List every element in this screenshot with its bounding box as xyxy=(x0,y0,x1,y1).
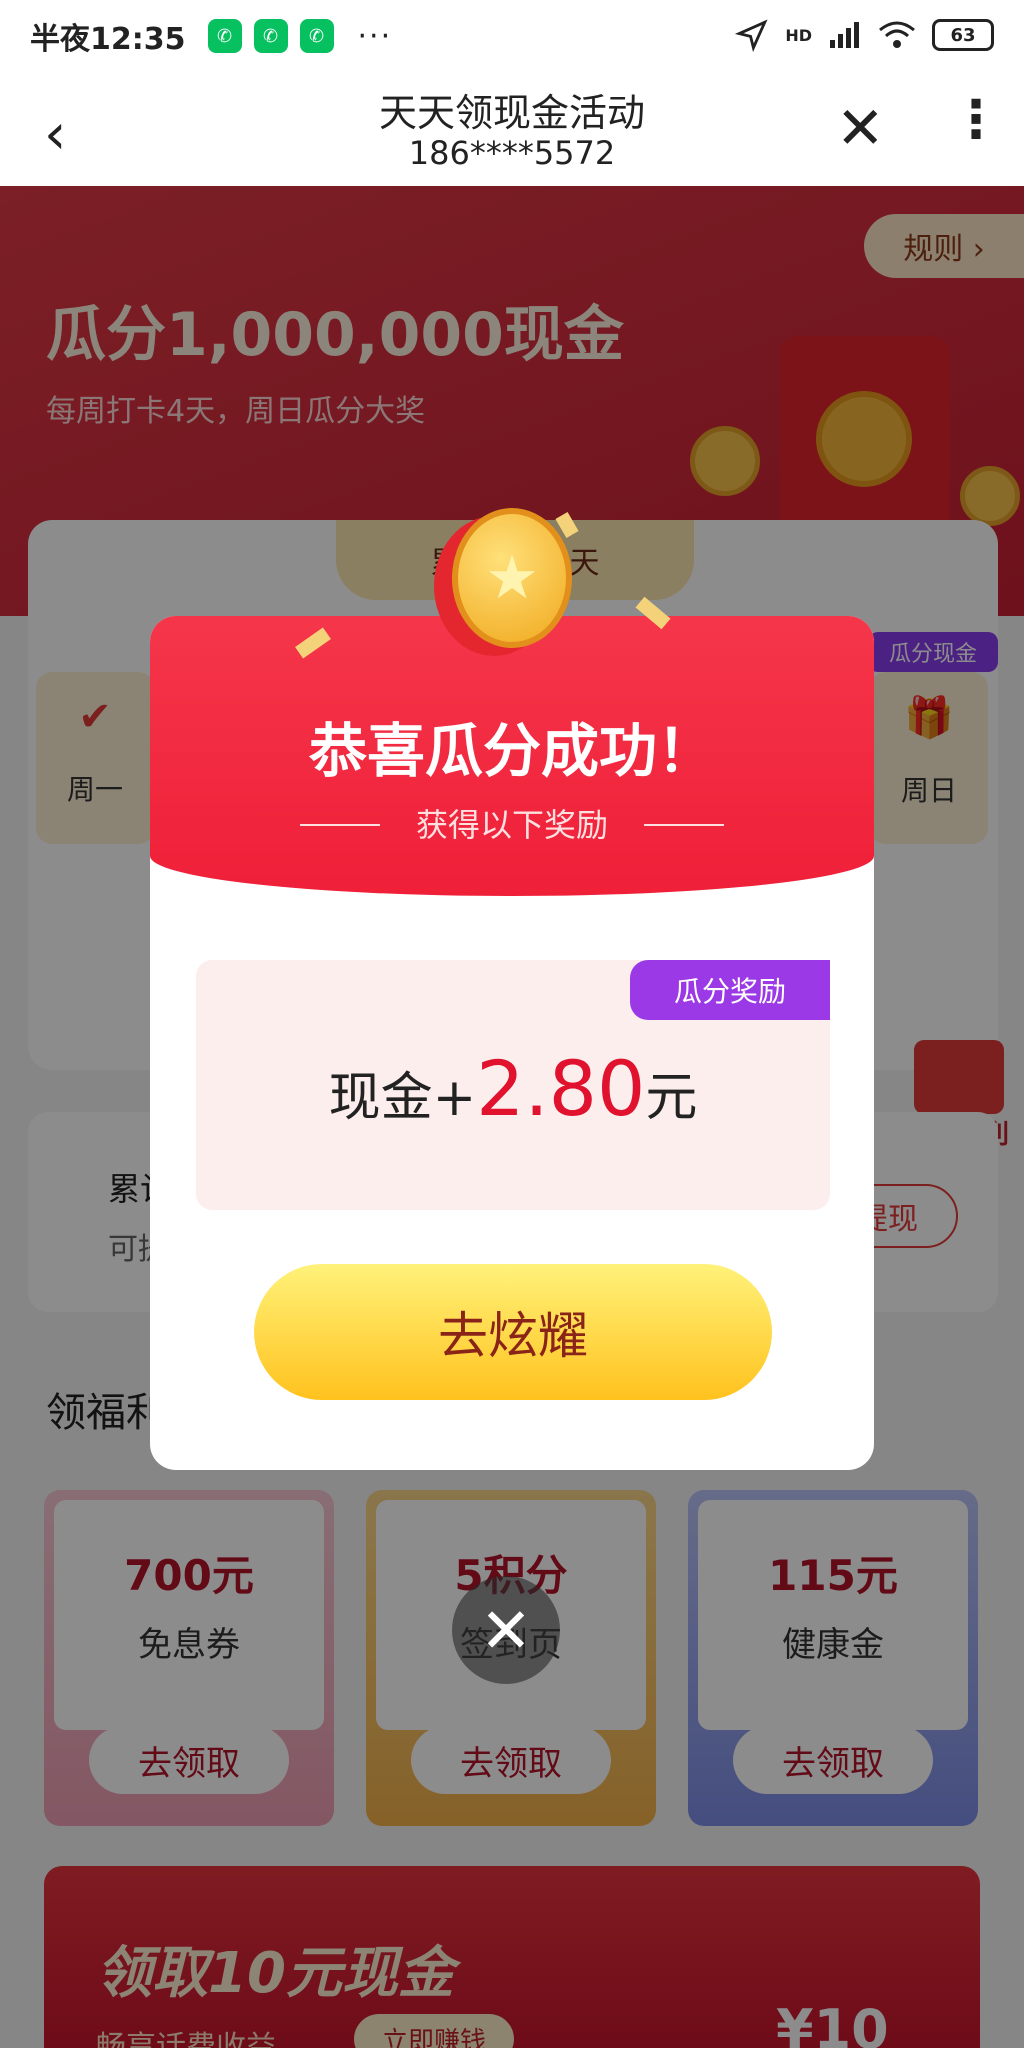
reward-modal: 恭喜瓜分成功！ 获得以下奖励 瓜分奖励 现金+2.80元 去炫耀 xyxy=(150,616,874,1470)
wifi-icon xyxy=(879,21,915,48)
reward-box: 瓜分奖励 现金+2.80元 xyxy=(196,960,830,1210)
modal-header: 恭喜瓜分成功！ 获得以下奖励 xyxy=(150,616,874,896)
nav-bar: ‹ 天天领现金活动 186****5572 ✕ ⋮ xyxy=(0,72,1024,186)
wechat-notification-icon: ✆ xyxy=(253,19,288,53)
wechat-notification-icon: ✆ xyxy=(299,19,334,53)
reward-amount: 2.80 xyxy=(476,1044,646,1133)
modal-subtitle: 获得以下奖励 xyxy=(415,806,608,844)
signal-icon xyxy=(830,22,859,48)
status-bar: 半夜12:35 ✆ ✆ ✆ ··· HD 63 xyxy=(0,0,1024,72)
show-off-button[interactable]: 去炫耀 xyxy=(254,1264,772,1400)
hd-signal-label: HD xyxy=(785,25,812,45)
reward-text: 现金+2.80元 xyxy=(196,1044,830,1133)
modal-title: 恭喜瓜分成功！ xyxy=(308,717,715,785)
gold-coin-icon: ★ xyxy=(452,508,572,648)
reward-prefix: 现金+ xyxy=(328,1068,477,1128)
wechat-notification-icon: ✆ xyxy=(207,19,242,53)
battery-icon: 63 xyxy=(932,19,994,51)
reward-tag: 瓜分奖励 xyxy=(630,960,830,1020)
reward-suffix: 元 xyxy=(645,1068,698,1128)
status-time: 半夜12:35 xyxy=(30,22,186,57)
location-icon xyxy=(735,19,768,52)
status-icons: HD 63 xyxy=(735,18,994,52)
more-menu-icon[interactable]: ⋮ xyxy=(950,90,1002,150)
divider xyxy=(644,824,724,826)
modal-close-button[interactable]: ✕ xyxy=(452,1576,560,1684)
more-notifications-icon: ··· xyxy=(357,18,393,54)
close-icon[interactable]: ✕ xyxy=(836,94,885,162)
